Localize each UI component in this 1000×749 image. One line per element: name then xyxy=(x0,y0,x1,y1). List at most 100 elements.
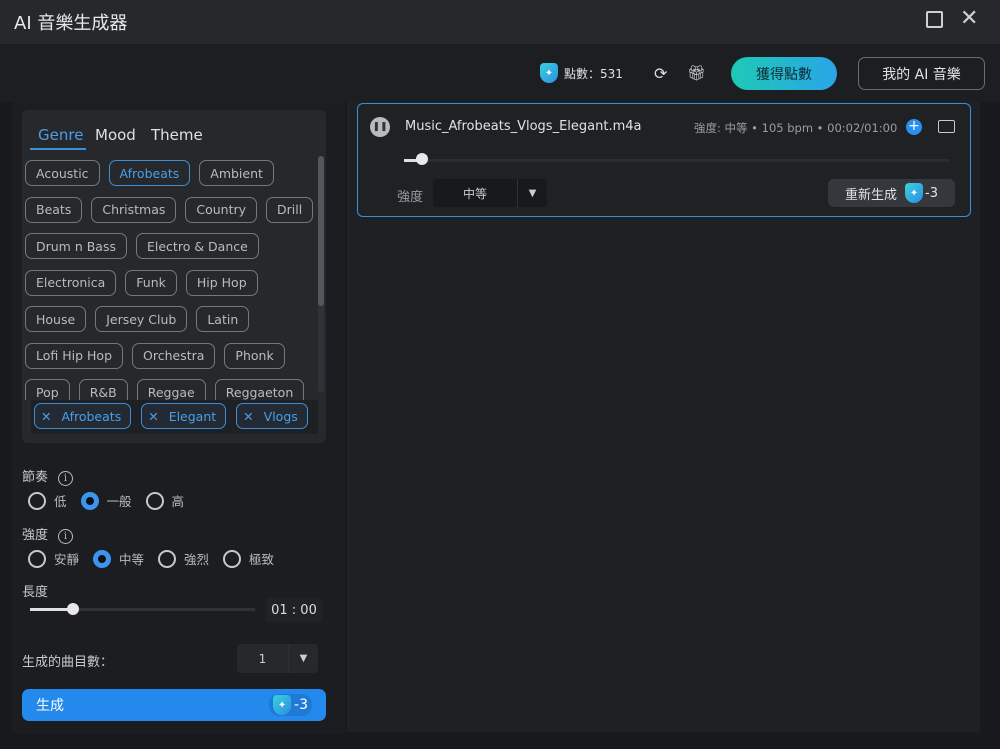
regenerate-cost-value: -3 xyxy=(925,185,938,201)
genre-tag[interactable]: Ambient xyxy=(199,160,274,186)
intensity-option-label: 強烈 xyxy=(184,552,210,567)
genre-tag[interactable]: Jersey Club xyxy=(95,306,188,332)
pause-icon[interactable]: ❚❚ xyxy=(370,117,390,137)
tempo-radio[interactable] xyxy=(80,491,99,510)
genre-tag[interactable]: Electro & Dance xyxy=(136,233,259,259)
genre-tag[interactable]: Beats xyxy=(25,196,83,223)
selected-tag-chip[interactable]: ✕ Afrobeats xyxy=(34,403,132,429)
length-label: 長度 xyxy=(22,585,49,600)
tempo-option-label: 一般 xyxy=(106,494,132,509)
regenerate-cost: ✦ -3 xyxy=(905,183,938,203)
genre-tag[interactable]: Orchestra xyxy=(132,342,216,369)
folder-icon[interactable] xyxy=(938,120,955,133)
regenerate-label: 重新生成 xyxy=(845,187,898,203)
remove-icon[interactable]: ✕ xyxy=(243,409,253,424)
track-filename: Music_Afrobeats_Vlogs_Elegant.m4a xyxy=(405,119,642,134)
intensity-radio[interactable] xyxy=(93,549,112,568)
intensity-option-label: 安靜 xyxy=(54,552,80,567)
genre-tag[interactable]: Latin xyxy=(196,306,250,332)
intensity-radio-group: 安靜 中等 強烈 極致 xyxy=(22,549,274,568)
active-tab-indicator xyxy=(30,148,86,150)
selected-tags: ✕ Afrobeats ✕ Elegant ✕ Vlogs xyxy=(31,400,318,434)
tempo-option-label: 低 xyxy=(54,494,67,509)
close-button[interactable]: ✕ xyxy=(960,8,978,30)
dropdown-arrow-icon[interactable]: ▼ xyxy=(288,644,318,673)
intensity-label: 強度 i xyxy=(22,524,74,544)
genre-tag[interactable]: Reggaeton xyxy=(214,379,305,400)
track-count-select[interactable]: 1 ▼ xyxy=(237,644,318,673)
remove-icon[interactable]: ✕ xyxy=(41,409,51,424)
genre-tag[interactable]: R&B xyxy=(78,379,128,400)
tag-scrollbar-thumb[interactable] xyxy=(318,156,324,306)
track-count-value: 1 xyxy=(258,651,267,666)
track-intensity-label: 強度 xyxy=(397,190,424,205)
remove-icon[interactable]: ✕ xyxy=(148,409,158,424)
tempo-label-text: 節奏 xyxy=(22,470,49,485)
tab-genre[interactable]: Genre xyxy=(38,126,83,144)
intensity-option-label: 極致 xyxy=(249,552,275,567)
title-bar xyxy=(0,0,1000,44)
generate-cost-value: -3 xyxy=(294,697,308,713)
chip-label: Elegant xyxy=(168,408,217,424)
tempo-radio[interactable] xyxy=(145,491,164,510)
points-display: ✦ 點數：531 xyxy=(540,63,623,83)
genre-tag[interactable]: Funk xyxy=(125,269,177,296)
points-label: 點數：531 xyxy=(564,66,623,81)
tempo-radio-group: 低 一般 高 xyxy=(22,491,184,510)
genre-tag[interactable]: House xyxy=(25,306,87,332)
intensity-option-label: 中等 xyxy=(119,552,145,567)
genre-tag[interactable]: Acoustic xyxy=(25,160,100,186)
info-icon[interactable]: i xyxy=(58,471,74,486)
length-value[interactable]: 01 : 00 xyxy=(266,598,322,622)
tempo-radio[interactable] xyxy=(28,491,46,510)
regenerate-button[interactable]: 重新生成 ✦ -3 xyxy=(828,179,955,207)
gift-icon[interactable]: 🎁︎ xyxy=(687,64,706,82)
genre-tag[interactable]: Electronica xyxy=(25,269,117,296)
track-progress-bar[interactable] xyxy=(404,159,949,162)
refresh-icon[interactable]: ⟳ xyxy=(654,64,667,83)
genre-tag-list: Acoustic Afrobeats Ambient Beats Christmas Co… xyxy=(25,160,315,400)
track-progress-handle[interactable] xyxy=(415,153,428,165)
top-bar xyxy=(0,44,1000,102)
tempo-label: 節奏 i xyxy=(22,466,74,486)
length-slider-handle[interactable] xyxy=(66,603,79,615)
intensity-radio[interactable] xyxy=(28,549,46,568)
genre-tag[interactable]: Afrobeats xyxy=(108,160,191,186)
generate-label: 生成 xyxy=(36,698,64,714)
points-shield-icon: ✦ xyxy=(905,183,924,203)
maximize-button[interactable] xyxy=(926,11,943,28)
intensity-radio[interactable] xyxy=(223,549,242,568)
genre-tag[interactable]: Reggae xyxy=(136,379,206,400)
track-intensity-value: 中等 xyxy=(462,186,487,201)
tab-theme[interactable]: Theme xyxy=(151,126,203,144)
info-icon[interactable]: i xyxy=(58,529,74,544)
dropdown-arrow-icon[interactable]: ▼ xyxy=(517,179,547,207)
points-shield-icon: ✦ xyxy=(540,63,558,83)
genre-tag[interactable]: Drill xyxy=(266,196,314,223)
generate-button[interactable]: 生成 ✦ -3 xyxy=(22,689,326,721)
tempo-option-label: 高 xyxy=(171,494,185,509)
intensity-label-text: 強度 xyxy=(22,528,49,543)
window-title: AI 音樂生成器 xyxy=(14,13,128,34)
genre-tag[interactable]: Drum n Bass xyxy=(25,233,127,259)
genre-tag[interactable]: Phonk xyxy=(224,342,285,369)
points-shield-icon: ✦ xyxy=(273,695,292,715)
tab-mood[interactable]: Mood xyxy=(95,126,136,144)
selected-tag-chip[interactable]: ✕ Vlogs xyxy=(236,403,308,429)
track-count-label: 生成的曲目數： xyxy=(22,655,114,670)
genre-tag[interactable]: Lofi Hip Hop xyxy=(25,342,124,369)
get-points-button[interactable]: 獲得點數 xyxy=(731,57,837,90)
genre-tag[interactable]: Country xyxy=(185,196,258,223)
selected-tag-chip[interactable]: ✕ Elegant xyxy=(141,403,227,429)
genre-tag[interactable]: Christmas xyxy=(91,196,177,223)
chip-label: Afrobeats xyxy=(61,408,122,424)
add-icon[interactable]: + xyxy=(906,119,922,135)
chip-label: Vlogs xyxy=(263,408,298,424)
track-intensity-select[interactable]: 中等 ▼ xyxy=(433,179,547,207)
genre-tag[interactable]: Pop xyxy=(25,379,70,400)
track-meta: 強度: 中等 • 105 bpm • 00:02/01:00 xyxy=(694,121,898,135)
intensity-radio[interactable] xyxy=(158,549,177,568)
generate-cost: ✦ -3 xyxy=(269,694,312,716)
my-ai-music-button[interactable]: 我的 AI 音樂 xyxy=(858,57,985,90)
genre-tag[interactable]: Hip Hop xyxy=(185,269,258,296)
